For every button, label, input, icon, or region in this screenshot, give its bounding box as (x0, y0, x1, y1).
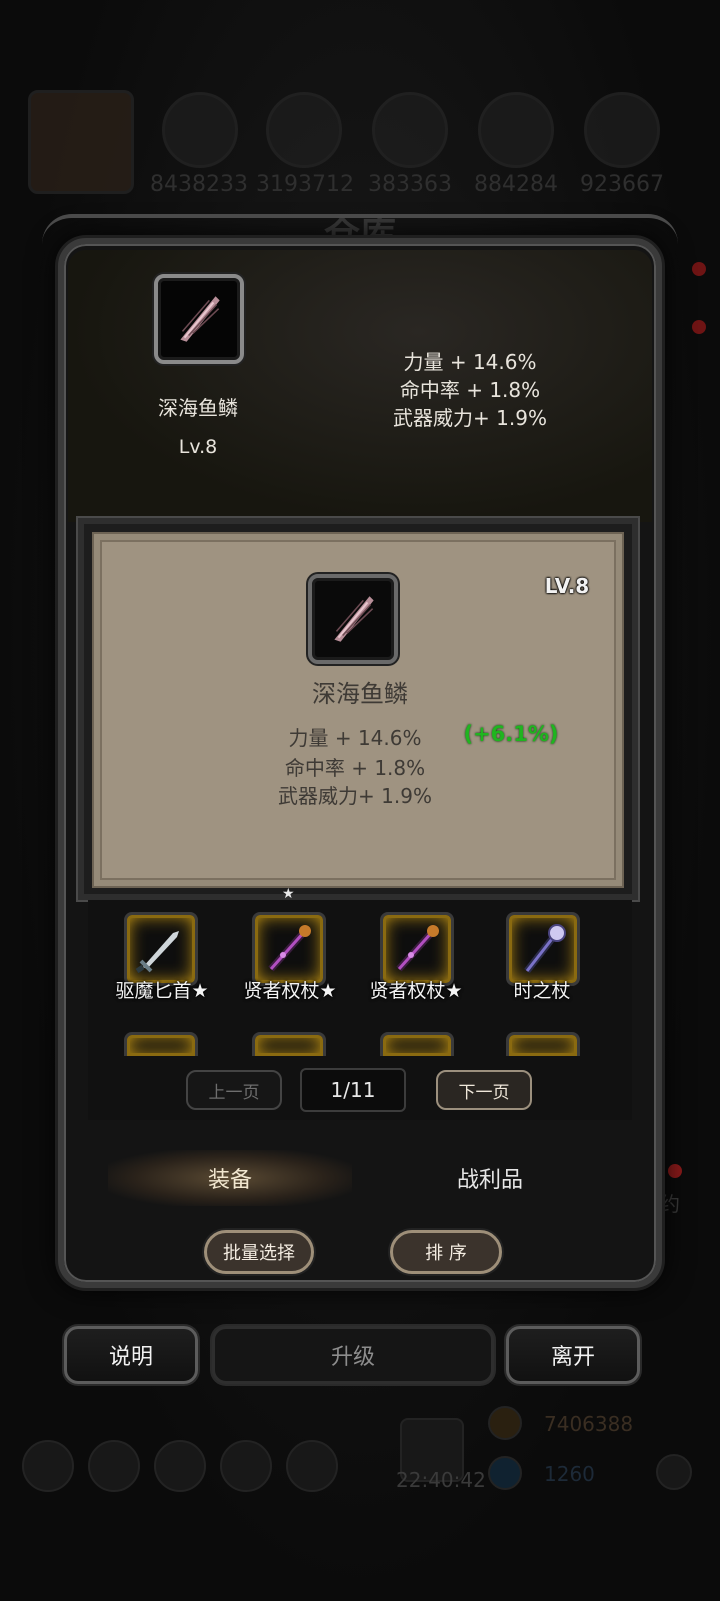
next-page-button[interactable]: 下一页 (436, 1070, 532, 1110)
scepter-icon (396, 925, 439, 972)
bg-menu-icon-1 (22, 1440, 74, 1492)
bg-gem-count: 1260 (544, 1462, 595, 1486)
bg-resource-icon-4 (478, 92, 554, 168)
selected-item-level: Lv.8 (178, 436, 218, 458)
bg-side-text: 约 (660, 1192, 680, 1216)
bg-resource-count-5: 923667 (580, 172, 664, 197)
dagger-icon (135, 931, 179, 974)
leave-button[interactable]: 离开 (506, 1326, 640, 1384)
selected-stat-weapon-power: 武器威力+ 1.9% (393, 406, 547, 430)
staff-icon (524, 924, 566, 974)
detail-card-level: LV.8 (544, 574, 590, 598)
bg-menu-icon-2 (88, 1440, 140, 1492)
page-indicator: 1/11 (300, 1068, 406, 1112)
inventory-slot-8[interactable] (506, 1032, 580, 1056)
bg-gold-icon (488, 1406, 522, 1440)
detail-stat-bonus: (+6.1%) (463, 722, 559, 746)
bg-resource-count-4: 884284 (474, 172, 558, 197)
bg-gem-icon (488, 1456, 522, 1490)
detail-card-item-name: 深海鱼鳞 (312, 680, 408, 708)
scale-icon (334, 596, 374, 642)
bg-menu-icon-3 (154, 1440, 206, 1492)
bg-clock: 22:40:42 (396, 1468, 486, 1492)
inventory-slot-2[interactable] (252, 912, 326, 986)
bg-resource-icon-2 (266, 92, 342, 168)
inventory-slot-2-label: 贤者权杖★ (243, 980, 337, 1002)
selected-item-icon[interactable] (154, 274, 244, 364)
tab-equipment[interactable]: 装备 (108, 1150, 352, 1206)
bg-add-icon (656, 1454, 692, 1490)
inventory-slot-1[interactable] (124, 912, 198, 986)
star-marker-icon: ★ (282, 886, 295, 902)
sort-button[interactable]: 排 序 (390, 1230, 502, 1274)
bg-resource-icon-5 (584, 92, 660, 168)
bg-menu-icon-5 (286, 1440, 338, 1492)
inventory-slot-3-label: 贤者权杖★ (369, 980, 463, 1002)
upgrade-button[interactable]: 升级 (212, 1326, 494, 1384)
inventory-slot-6[interactable] (252, 1032, 326, 1056)
inventory-slot-1-label: 驱魔匕首★ (115, 980, 209, 1002)
bg-resource-count-3: 383363 (368, 172, 452, 197)
inventory-slot-4[interactable] (506, 912, 580, 986)
inventory-slot-5[interactable] (124, 1032, 198, 1056)
detail-stat-strength: 力量 + 14.6% (288, 726, 422, 750)
bg-resource-count-1: 8438233 (150, 172, 248, 197)
detail-stat-weapon-power: 武器威力+ 1.9% (278, 784, 432, 808)
bg-avatar-icon (28, 90, 134, 194)
bg-notification-dot (692, 320, 706, 334)
selected-stat-strength: 力量 + 14.6% (403, 350, 537, 374)
bg-menu-icon-4 (220, 1440, 272, 1492)
bg-resource-icon-1 (162, 92, 238, 168)
bg-resource-icon-3 (372, 92, 448, 168)
bg-notification-dot (692, 262, 706, 276)
selected-item-name: 深海鱼鳞 (158, 396, 238, 420)
selected-stat-accuracy: 命中率 + 1.8% (399, 378, 541, 402)
inventory-slot-3[interactable] (380, 912, 454, 986)
inventory-slot-7[interactable] (380, 1032, 454, 1056)
bg-gold-count: 7406388 (544, 1412, 634, 1436)
inventory-slot-4-label: 时之杖 (513, 980, 571, 1002)
scale-icon (180, 296, 220, 342)
detail-stat-accuracy: 命中率 + 1.8% (284, 756, 426, 780)
bg-resource-count-2: 3193712 (256, 172, 354, 197)
scepter-icon (268, 925, 311, 972)
bg-notification-dot (668, 1164, 682, 1178)
batch-select-button[interactable]: 批量选择 (204, 1230, 314, 1274)
detail-card-item-icon (308, 574, 398, 664)
prev-page-button[interactable]: 上一页 (186, 1070, 282, 1110)
help-button[interactable]: 说明 (64, 1326, 198, 1384)
tab-loot[interactable]: 战利品 (368, 1150, 612, 1206)
